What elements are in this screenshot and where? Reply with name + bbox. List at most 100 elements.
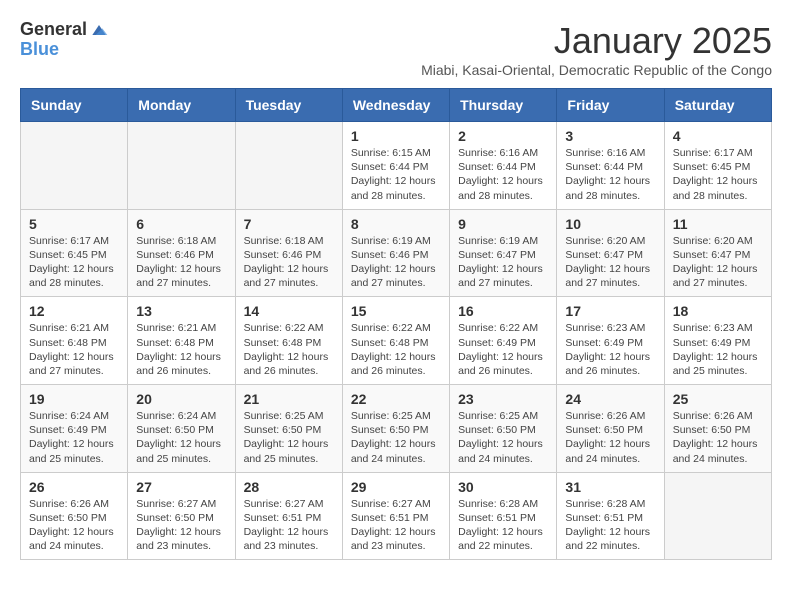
day-number: 24 — [565, 391, 655, 407]
title-section: January 2025 Miabi, Kasai-Oriental, Demo… — [421, 20, 772, 78]
day-info: Sunrise: 6:26 AM Sunset: 6:50 PM Dayligh… — [565, 409, 655, 466]
calendar-week-row: 26Sunrise: 6:26 AM Sunset: 6:50 PM Dayli… — [21, 472, 772, 560]
day-number: 21 — [244, 391, 334, 407]
header-wednesday: Wednesday — [342, 89, 449, 122]
table-row: 9 Sunrise: 6:19 AM Sunset: 6:47 PM Daylig… — [450, 209, 557, 297]
header-saturday: Saturday — [664, 89, 771, 122]
table-row: 19Sunrise: 6:24 AM Sunset: 6:49 PM Dayli… — [21, 385, 128, 473]
table-row: 24 Sunrise: 6:26 AM Sunset: 6:50 PM Dayli… — [557, 385, 664, 473]
day-info: Sunrise: 6:24 AM Sunset: 6:50 PM Dayligh… — [136, 409, 226, 466]
day-number: 9 — [458, 216, 548, 232]
day-info: Sunrise: 6:25 AM Sunset: 6:50 PM Dayligh… — [351, 409, 441, 466]
day-info: Sunrise: 6:28 AM Sunset: 6:51 PM Dayligh… — [458, 497, 548, 554]
day-number: 5 — [29, 216, 119, 232]
day-number: 23 — [458, 391, 548, 407]
day-number: 1 — [351, 128, 441, 144]
day-info: Sunrise: 6:19 AM Sunset: 6:47 PM Dayligh… — [458, 234, 548, 291]
day-info: Sunrise: 6:28 AM Sunset: 6:51 PM Dayligh… — [565, 497, 655, 554]
table-row: 4Sunrise: 6:17 AM Sunset: 6:45 PM Daylig… — [664, 122, 771, 210]
day-number: 2 — [458, 128, 548, 144]
day-number: 3 — [565, 128, 655, 144]
day-info: Sunrise: 6:21 AM Sunset: 6:48 PM Dayligh… — [136, 321, 226, 378]
table-row: 23 Sunrise: 6:25 AM Sunset: 6:50 PM Dayli… — [450, 385, 557, 473]
table-row: 17 Sunrise: 6:23 AM Sunset: 6:49 PM Dayli… — [557, 297, 664, 385]
day-info: Sunrise: 6:25 AM Sunset: 6:50 PM Dayligh… — [244, 409, 334, 466]
calendar-week-row: 19Sunrise: 6:24 AM Sunset: 6:49 PM Dayli… — [21, 385, 772, 473]
logo: General Blue — [20, 20, 109, 60]
table-row: 20Sunrise: 6:24 AM Sunset: 6:50 PM Dayli… — [128, 385, 235, 473]
day-info: Sunrise: 6:17 AM Sunset: 6:45 PM Dayligh… — [29, 234, 119, 291]
day-info: Sunrise: 6:23 AM Sunset: 6:49 PM Dayligh… — [565, 321, 655, 378]
day-number: 31 — [565, 479, 655, 495]
table-row: 12 Sunrise: 6:21 AM Sunset: 6:48 PM Dayli… — [21, 297, 128, 385]
day-number: 28 — [244, 479, 334, 495]
day-info: Sunrise: 6:22 AM Sunset: 6:49 PM Dayligh… — [458, 321, 548, 378]
table-row: 28 Sunrise: 6:27 AM Sunset: 6:51 PM Dayli… — [235, 472, 342, 560]
calendar-body: 1Sunrise: 6:15 AM Sunset: 6:44 PM Daylig… — [21, 122, 772, 560]
day-number: 18 — [673, 303, 763, 319]
table-row: 15Sunrise: 6:22 AM Sunset: 6:48 PM Dayli… — [342, 297, 449, 385]
day-number: 26 — [29, 479, 119, 495]
table-row: 25Sunrise: 6:26 AM Sunset: 6:50 PM Dayli… — [664, 385, 771, 473]
table-row: 22Sunrise: 6:25 AM Sunset: 6:50 PM Dayli… — [342, 385, 449, 473]
day-number: 27 — [136, 479, 226, 495]
day-number: 25 — [673, 391, 763, 407]
table-row: 3 Sunrise: 6:16 AM Sunset: 6:44 PM Daylig… — [557, 122, 664, 210]
day-info: Sunrise: 6:20 AM Sunset: 6:47 PM Dayligh… — [673, 234, 763, 291]
day-info: Sunrise: 6:20 AM Sunset: 6:47 PM Dayligh… — [565, 234, 655, 291]
table-row: 21 Sunrise: 6:25 AM Sunset: 6:50 PM Dayli… — [235, 385, 342, 473]
calendar-week-row: 12 Sunrise: 6:21 AM Sunset: 6:48 PM Dayli… — [21, 297, 772, 385]
day-number: 4 — [673, 128, 763, 144]
day-info: Sunrise: 6:23 AM Sunset: 6:49 PM Dayligh… — [673, 321, 763, 378]
header-tuesday: Tuesday — [235, 89, 342, 122]
day-number: 29 — [351, 479, 441, 495]
day-info: Sunrise: 6:27 AM Sunset: 6:51 PM Dayligh… — [244, 497, 334, 554]
page-header: General Blue January 2025 Miabi, Kasai-O… — [20, 20, 772, 78]
header-friday: Friday — [557, 89, 664, 122]
header-monday: Monday — [128, 89, 235, 122]
table-row: 5 Sunrise: 6:17 AM Sunset: 6:45 PM Daylig… — [21, 209, 128, 297]
table-row: 30 Sunrise: 6:28 AM Sunset: 6:51 PM Dayli… — [450, 472, 557, 560]
header-sunday: Sunday — [21, 89, 128, 122]
table-row: 8 Sunrise: 6:19 AM Sunset: 6:46 PM Daylig… — [342, 209, 449, 297]
table-row: 29 Sunrise: 6:27 AM Sunset: 6:51 PM Dayli… — [342, 472, 449, 560]
day-info: Sunrise: 6:16 AM Sunset: 6:44 PM Dayligh… — [458, 146, 548, 203]
day-number: 13 — [136, 303, 226, 319]
table-row — [128, 122, 235, 210]
logo-icon — [89, 20, 109, 40]
calendar-week-row: 1Sunrise: 6:15 AM Sunset: 6:44 PM Daylig… — [21, 122, 772, 210]
day-info: Sunrise: 6:21 AM Sunset: 6:48 PM Dayligh… — [29, 321, 119, 378]
table-row: 14 Sunrise: 6:22 AM Sunset: 6:48 PM Dayli… — [235, 297, 342, 385]
table-row: 31 Sunrise: 6:28 AM Sunset: 6:51 PM Dayli… — [557, 472, 664, 560]
table-row: 7Sunrise: 6:18 AM Sunset: 6:46 PM Daylig… — [235, 209, 342, 297]
day-number: 12 — [29, 303, 119, 319]
day-number: 14 — [244, 303, 334, 319]
day-number: 16 — [458, 303, 548, 319]
day-info: Sunrise: 6:16 AM Sunset: 6:44 PM Dayligh… — [565, 146, 655, 203]
table-row: 11 Sunrise: 6:20 AM Sunset: 6:47 PM Dayli… — [664, 209, 771, 297]
table-row: 26Sunrise: 6:26 AM Sunset: 6:50 PM Dayli… — [21, 472, 128, 560]
table-row — [664, 472, 771, 560]
day-number: 11 — [673, 216, 763, 232]
day-number: 6 — [136, 216, 226, 232]
logo-general: General — [20, 20, 87, 40]
day-number: 30 — [458, 479, 548, 495]
calendar-table: Sunday Monday Tuesday Wednesday Thursday… — [20, 88, 772, 560]
day-info: Sunrise: 6:27 AM Sunset: 6:51 PM Dayligh… — [351, 497, 441, 554]
day-number: 19 — [29, 391, 119, 407]
table-row: 6 Sunrise: 6:18 AM Sunset: 6:46 PM Daylig… — [128, 209, 235, 297]
day-info: Sunrise: 6:22 AM Sunset: 6:48 PM Dayligh… — [244, 321, 334, 378]
day-number: 17 — [565, 303, 655, 319]
day-number: 8 — [351, 216, 441, 232]
location-subtitle: Miabi, Kasai-Oriental, Democratic Republ… — [421, 62, 772, 78]
table-row: 16 Sunrise: 6:22 AM Sunset: 6:49 PM Dayli… — [450, 297, 557, 385]
table-row — [21, 122, 128, 210]
day-info: Sunrise: 6:25 AM Sunset: 6:50 PM Dayligh… — [458, 409, 548, 466]
table-row: 13 Sunrise: 6:21 AM Sunset: 6:48 PM Dayli… — [128, 297, 235, 385]
table-row: 27Sunrise: 6:27 AM Sunset: 6:50 PM Dayli… — [128, 472, 235, 560]
day-info: Sunrise: 6:22 AM Sunset: 6:48 PM Dayligh… — [351, 321, 441, 378]
day-info: Sunrise: 6:19 AM Sunset: 6:46 PM Dayligh… — [351, 234, 441, 291]
header-thursday: Thursday — [450, 89, 557, 122]
table-row: 18 Sunrise: 6:23 AM Sunset: 6:49 PM Dayli… — [664, 297, 771, 385]
day-info: Sunrise: 6:18 AM Sunset: 6:46 PM Dayligh… — [136, 234, 226, 291]
